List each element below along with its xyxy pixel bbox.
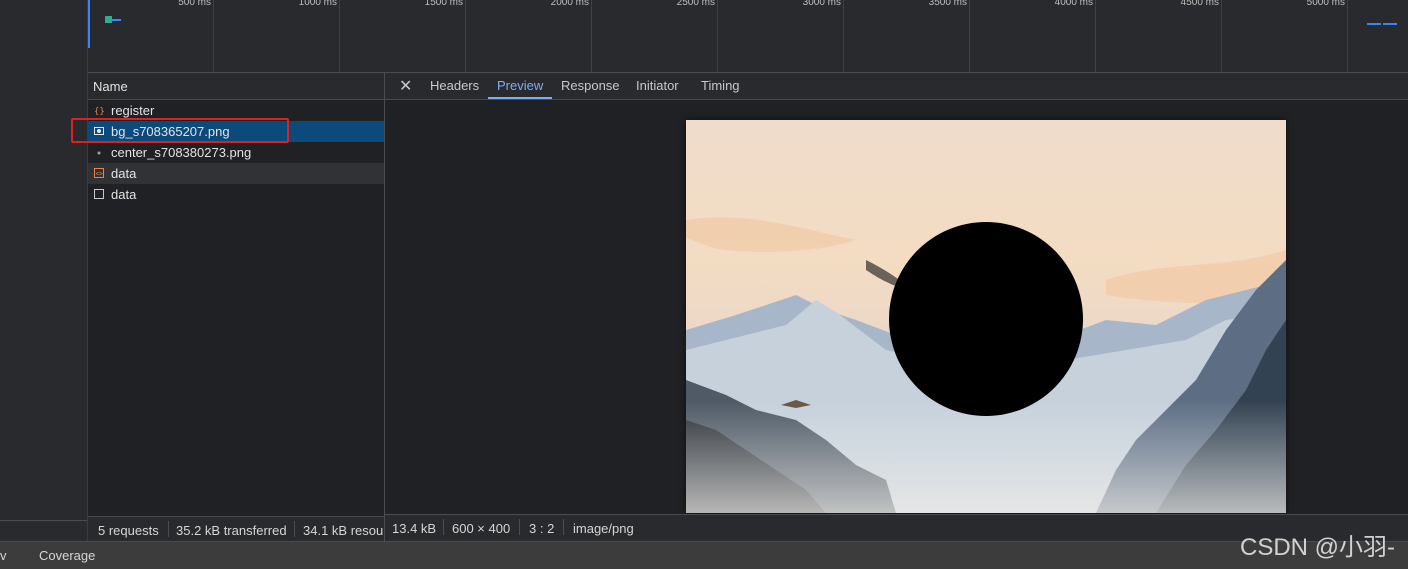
timeline-grid-line — [717, 0, 718, 72]
masked-region-circle — [889, 222, 1083, 416]
requests-count: 5 requests — [98, 523, 159, 538]
code-braces-icon: {} — [94, 105, 105, 117]
active-tab-indicator — [488, 97, 552, 99]
timeline-tick-label: 4500 ms — [1180, 0, 1219, 8]
timeline-tick-label: 1000 ms — [298, 0, 337, 8]
timeline-tick-label: 1500 ms — [424, 0, 463, 8]
timeline-grid-line — [1095, 0, 1096, 72]
timeline-grid-line — [213, 0, 214, 72]
name-column-header[interactable]: Name — [88, 73, 384, 100]
request-row-center-png[interactable]: center_s708380273.png — [88, 142, 384, 163]
drawer-tab-partial[interactable]: v — [0, 548, 7, 563]
timeline-grid-line — [465, 0, 466, 72]
timeline-tick-label: 2500 ms — [676, 0, 715, 8]
svg-text:{}: {} — [94, 107, 104, 115]
timeline-grid-line — [1221, 0, 1222, 72]
image-dimensions: 600 × 400 — [452, 521, 511, 536]
timeline-request-bar — [1367, 23, 1381, 25]
divider — [168, 521, 169, 537]
timeline-tick-label: 500 ms — [178, 0, 211, 8]
timeline-grid-line — [843, 0, 844, 72]
document-icon — [94, 189, 104, 199]
divider — [0, 520, 87, 521]
request-name: data — [111, 187, 137, 202]
svg-text:<>: <> — [96, 171, 104, 178]
annotation-highlight-box — [71, 118, 289, 143]
request-summary-bar: 5 requests 35.2 kB transferred 34.1 kB r… — [88, 516, 384, 542]
timeline-request-bar — [112, 19, 121, 21]
timeline-grid-line — [591, 0, 592, 72]
dot-icon — [94, 147, 104, 157]
tab-timing[interactable]: Timing — [701, 78, 740, 93]
script-icon: <> — [94, 168, 104, 178]
request-name: center_s708380273.png — [111, 145, 252, 160]
network-overview-timeline[interactable]: 500 ms 1000 ms 1500 ms 2000 ms 2500 ms 3… — [88, 0, 1408, 73]
timeline-request-bar — [1383, 23, 1397, 25]
image-preview — [686, 120, 1286, 513]
timeline-grid-line — [1347, 0, 1348, 72]
request-name: register — [111, 103, 155, 118]
transferred-size: 35.2 kB transferred — [176, 523, 287, 538]
timeline-grid-line — [339, 0, 340, 72]
timeline-request-bar — [105, 16, 112, 23]
request-list-panel: Name {} register bg_s708365207.png cente… — [88, 73, 385, 542]
detail-tab-bar: ✕ Headers Preview Response Initiator Tim… — [385, 73, 1408, 100]
request-row-data-doc[interactable]: data — [88, 184, 384, 205]
timeline-grid-line — [969, 0, 970, 72]
drawer-tab-bar: v Coverage — [0, 541, 1408, 569]
tab-headers[interactable]: Headers — [430, 78, 479, 93]
image-size: 13.4 kB — [392, 521, 437, 536]
tab-response[interactable]: Response — [561, 78, 620, 93]
tab-coverage[interactable]: Coverage — [39, 548, 95, 563]
divider — [519, 519, 520, 535]
request-detail-panel: ✕ Headers Preview Response Initiator Tim… — [385, 73, 1408, 542]
request-name: data — [111, 166, 137, 181]
divider — [443, 519, 444, 535]
timeline-tick-label: 2000 ms — [550, 0, 589, 8]
timeline-tick-label: 5000 ms — [1306, 0, 1345, 8]
name-column-label: Name — [93, 79, 128, 94]
timeline-start-marker — [88, 0, 90, 48]
divider — [294, 521, 295, 537]
image-aspect-ratio: 3 : 2 — [529, 521, 555, 536]
close-icon[interactable]: ✕ — [399, 76, 412, 96]
divider — [563, 519, 564, 535]
landscape-painting-image — [686, 120, 1286, 513]
tab-preview[interactable]: Preview — [497, 78, 543, 93]
tab-initiator[interactable]: Initiator — [636, 78, 679, 93]
timeline-tick-label: 4000 ms — [1054, 0, 1093, 8]
timeline-tick-label: 3500 ms — [928, 0, 967, 8]
left-gutter — [0, 0, 88, 541]
resources-size: 34.1 kB resou — [303, 523, 384, 538]
request-row-data-script[interactable]: <> data — [88, 163, 384, 184]
image-mime-type: image/png — [573, 521, 634, 536]
csdn-watermark: CSDN @小羽- — [1240, 534, 1396, 561]
timeline-tick-label: 3000 ms — [802, 0, 841, 8]
